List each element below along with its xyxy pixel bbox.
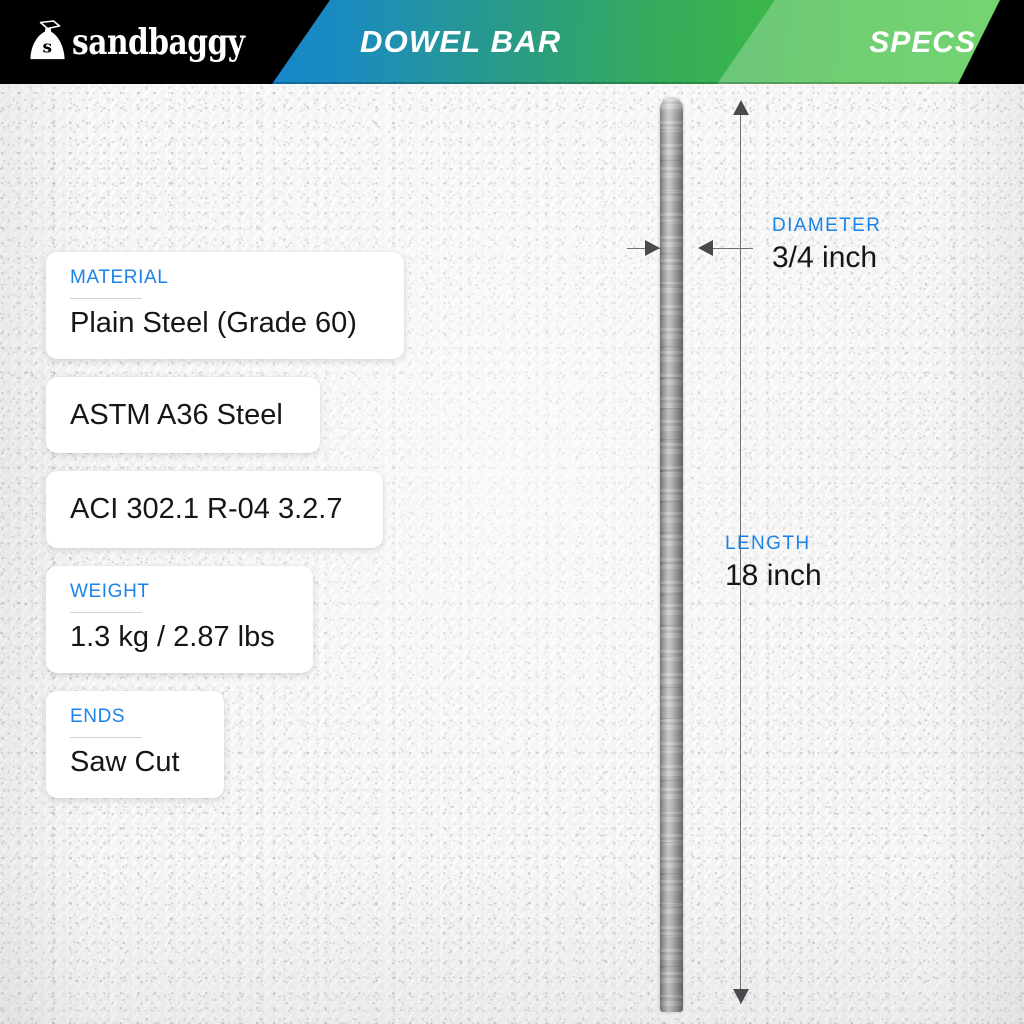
spec-label-weight: WEIGHT (70, 580, 150, 602)
dowel-bar-image (660, 98, 683, 1012)
header-bar: s sandbaggy DOWEL BAR SPECS (0, 0, 1024, 84)
spec-label-material: MATERIAL (70, 267, 169, 288)
spec-value-material: Plain Steel (Grade 60) (70, 306, 357, 339)
diameter-arrow-left-icon (698, 240, 713, 256)
spec-divider (70, 297, 142, 299)
spec-value-ends: Saw Cut (70, 745, 180, 778)
header-bottom-edge (0, 82, 1024, 84)
spec-value-astm: ASTM A36 Steel (70, 399, 283, 432)
brand-logo: s sandbaggy (26, 14, 245, 68)
spec-card-material: MATERIAL Plain Steel (Grade 60) (46, 252, 404, 360)
spec-card-ends: ENDS Saw Cut (46, 690, 224, 798)
spec-value-weight: 1.3 kg / 2.87 lbs (70, 620, 275, 653)
spec-card-weight: WEIGHT 1.3 kg / 2.87 lbs (46, 565, 313, 673)
length-arrow-down-icon (733, 989, 749, 1004)
section-title: SPECS (869, 26, 976, 59)
bar-surface-grain (660, 98, 683, 1012)
svg-text:s: s (43, 38, 53, 58)
product-spec-image: s sandbaggy DOWEL BAR SPECS MATERIAL Pla… (0, 0, 1024, 1024)
length-arrow-up-icon (733, 100, 749, 115)
diameter-label: DIAMETER (772, 215, 882, 236)
diameter-arrow-right-icon (645, 240, 660, 256)
length-label: LENGTH (725, 533, 811, 554)
spec-card-astm: ASTM A36 Steel (46, 377, 320, 454)
length-value: 18 inch (725, 558, 822, 592)
bar-top-highlight (660, 98, 683, 114)
length-annotation: LENGTH 18 inch (725, 533, 822, 594)
spec-card-aci: ACI 302.1 R-04 3.2.7 (46, 471, 383, 548)
spec-divider (70, 611, 142, 613)
diameter-annotation: DIAMETER 3/4 inch (772, 215, 882, 276)
spec-label-ends: ENDS (70, 705, 126, 727)
spec-value-aci: ACI 302.1 R-04 3.2.7 (70, 493, 343, 526)
spec-card-list: MATERIAL Plain Steel (Grade 60) ASTM A36… (46, 252, 466, 816)
diameter-value: 3/4 inch (772, 240, 878, 274)
product-title: DOWEL BAR (360, 24, 562, 59)
brand-name: sandbaggy (72, 19, 245, 63)
spec-divider (70, 736, 142, 738)
sandbag-icon: s (30, 20, 65, 60)
